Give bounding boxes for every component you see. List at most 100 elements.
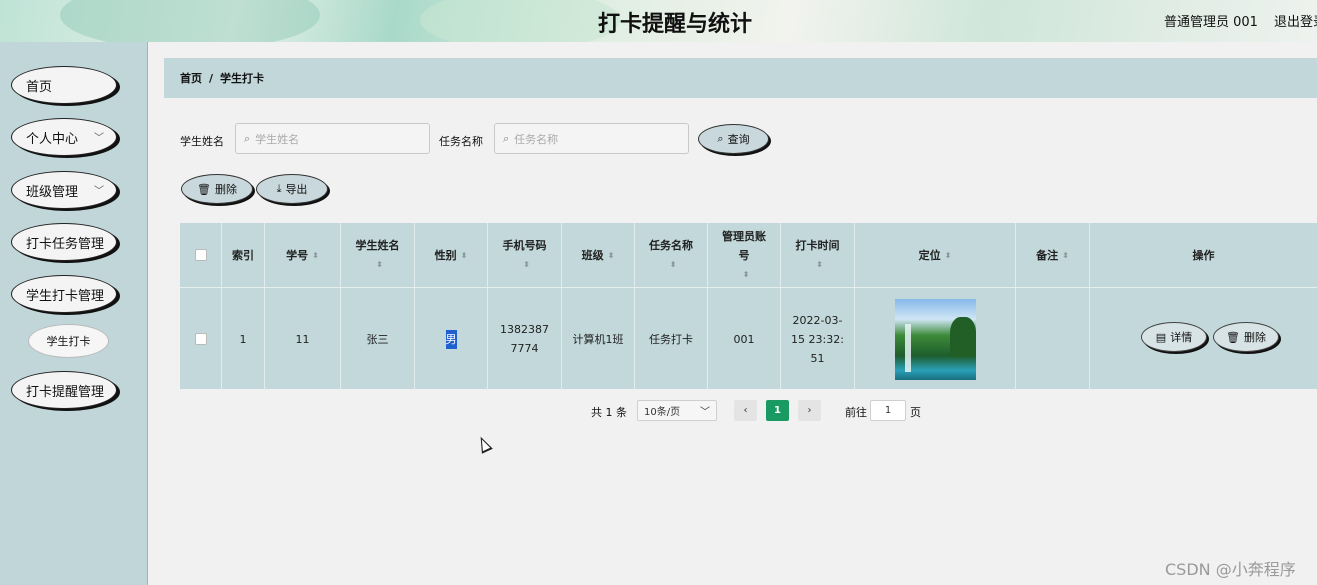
select-all-checkbox[interactable] bbox=[194, 249, 207, 261]
mouse-cursor-icon bbox=[475, 434, 493, 454]
cell-student-name: 张三 bbox=[340, 288, 414, 390]
goto-page-input[interactable]: 1 bbox=[870, 400, 906, 421]
header-label: 学号 bbox=[286, 248, 309, 262]
sidebar-item-label: 个人中心 bbox=[26, 131, 79, 147]
app-title: 打卡提醒与统计 bbox=[597, 12, 752, 37]
header-label: 班级 bbox=[581, 248, 604, 262]
phone-value: 13823877774 bbox=[500, 323, 549, 355]
header-actions: 操作 bbox=[1089, 223, 1317, 287]
sidebar-item-label: 首页 bbox=[26, 79, 53, 95]
detail-icon: ▤ bbox=[1155, 330, 1167, 344]
sidebar-item-task[interactable]: 打卡任务管理 bbox=[11, 223, 117, 261]
sidebar-item-checkin[interactable]: 学生打卡管理 bbox=[11, 275, 117, 313]
sort-icon[interactable]: ⬍ bbox=[312, 246, 319, 265]
location-image[interactable] bbox=[894, 298, 976, 380]
goto-label: 前往 bbox=[845, 406, 867, 419]
checkin-table: 索引 学号 ⬍ 学生姓名 ⬍ 性别 ⬍ 手机号码 ⬍ 班级 ⬍ 任务名称 ⬍ 管理员账号 ⬍ … bbox=[180, 223, 1317, 390]
cell-class: 计算机1班 bbox=[561, 288, 634, 390]
sort-icon[interactable]: ⬍ bbox=[1062, 246, 1069, 265]
breadcrumb: 首页 / 学生打卡 bbox=[164, 58, 1317, 98]
next-page-button[interactable]: › bbox=[798, 400, 821, 421]
sidebar-subitem-student-checkin[interactable]: 学生打卡 bbox=[28, 324, 109, 358]
search-icon: ⌕ bbox=[244, 131, 251, 145]
row-select-cell bbox=[180, 288, 221, 390]
row-checkbox[interactable] bbox=[194, 333, 207, 345]
cell-student-no: 11 bbox=[264, 288, 340, 390]
header-phone[interactable]: 手机号码 ⬍ bbox=[487, 223, 561, 287]
sidebar-item-profile[interactable]: 个人中心 ﹀ bbox=[11, 118, 117, 156]
page-size-select[interactable]: 10条/页 ﹀ bbox=[637, 400, 717, 421]
student-name-input[interactable]: ⌕ 学生姓名 bbox=[235, 123, 430, 154]
page-1-button[interactable]: 1 bbox=[766, 400, 789, 421]
header-student-no[interactable]: 学号 ⬍ bbox=[264, 223, 340, 287]
header-label: 操作 bbox=[1192, 248, 1215, 262]
cell-admin: 001 bbox=[707, 288, 780, 390]
header-label: 索引 bbox=[232, 248, 254, 262]
breadcrumb-separator: / bbox=[209, 71, 214, 85]
trash-icon: 🗑 bbox=[1226, 330, 1240, 344]
cell-index: 1 bbox=[221, 288, 264, 390]
cell-actions: ▤ 详情 🗑 删除 bbox=[1089, 288, 1317, 390]
row-delete-button[interactable]: 🗑 删除 bbox=[1213, 322, 1279, 352]
header-note[interactable]: 备注 ⬍ bbox=[1015, 223, 1089, 287]
sidebar-item-reminder[interactable]: 打卡提醒管理 bbox=[11, 371, 117, 409]
page-unit-label: 页 bbox=[910, 406, 921, 419]
page-size-value: 10条/页 bbox=[644, 407, 681, 418]
chevron-down-icon: ﹀ bbox=[94, 186, 104, 197]
pagination-total: 共 1 条 bbox=[591, 406, 627, 419]
header-task[interactable]: 任务名称 ⬍ bbox=[634, 223, 707, 287]
cell-task: 任务打卡 bbox=[634, 288, 707, 390]
current-user: 普通管理员 001 bbox=[1164, 15, 1258, 30]
header-label: 任务名称 bbox=[649, 239, 693, 252]
chevron-left-icon: ‹ bbox=[743, 405, 748, 416]
sidebar-item-home[interactable]: 首页 bbox=[11, 66, 117, 104]
batch-delete-button[interactable]: 🗑 删除 bbox=[181, 174, 253, 204]
logout-link[interactable]: 退出登录 bbox=[1274, 11, 1317, 30]
search-icon: ⌕ bbox=[503, 131, 510, 145]
cell-phone: 13823877774 bbox=[487, 288, 561, 390]
task-name-label: 任务名称 bbox=[439, 135, 483, 148]
sort-icon[interactable]: ⬍ bbox=[523, 255, 530, 274]
gender-value: 男 bbox=[445, 329, 457, 349]
sidebar-item-class[interactable]: 班级管理 ﹀ bbox=[11, 171, 117, 209]
student-name-label: 学生姓名 bbox=[180, 135, 224, 148]
sort-icon[interactable]: ⬍ bbox=[608, 246, 615, 265]
breadcrumb-home[interactable]: 首页 bbox=[180, 70, 202, 86]
export-label: 导出 bbox=[285, 183, 308, 196]
header-location[interactable]: 定位 ⬍ bbox=[854, 223, 1015, 287]
header-admin[interactable]: 管理员账号 ⬍ bbox=[707, 223, 780, 287]
sort-icon[interactable]: ⬍ bbox=[376, 255, 383, 274]
header-label: 手机号码 bbox=[502, 239, 547, 252]
header-student-name[interactable]: 学生姓名 ⬍ bbox=[340, 223, 414, 287]
header-label: 管理员账号 bbox=[722, 229, 766, 262]
header-label: 性别 bbox=[434, 248, 457, 262]
query-button[interactable]: ⌕ 查询 bbox=[698, 124, 769, 154]
header-time[interactable]: 打卡时间 ⬍ bbox=[780, 223, 854, 287]
table-header: 索引 学号 ⬍ 学生姓名 ⬍ 性别 ⬍ 手机号码 ⬍ 班级 ⬍ 任务名称 ⬍ 管理员账号 ⬍ … bbox=[180, 223, 1317, 287]
trash-icon: 🗑 bbox=[197, 182, 211, 196]
batch-delete-label: 删除 bbox=[214, 183, 237, 196]
download-icon: ⤓ bbox=[276, 182, 282, 195]
task-name-placeholder: 任务名称 bbox=[514, 132, 559, 146]
chevron-down-icon: ﹀ bbox=[700, 407, 710, 418]
detail-button[interactable]: ▤ 详情 bbox=[1141, 322, 1207, 352]
sort-icon[interactable]: ⬍ bbox=[945, 246, 952, 265]
sort-icon[interactable]: ⬍ bbox=[816, 255, 823, 274]
header-class[interactable]: 班级 ⬍ bbox=[561, 223, 634, 287]
prev-page-button[interactable]: ‹ bbox=[734, 400, 757, 421]
sidebar-item-label: 打卡提醒管理 bbox=[26, 384, 105, 400]
sort-icon[interactable]: ⬍ bbox=[743, 265, 750, 284]
sidebar-subitem-label: 学生打卡 bbox=[46, 335, 91, 348]
sort-icon[interactable]: ⬍ bbox=[461, 246, 468, 265]
search-icon: ⌕ bbox=[717, 132, 724, 145]
sort-icon[interactable]: ⬍ bbox=[670, 255, 677, 274]
select-all-cell bbox=[180, 223, 221, 287]
cell-gender: 男 bbox=[414, 288, 487, 390]
export-button[interactable]: ⤓ 导出 bbox=[256, 174, 328, 204]
watermark: CSDN @小奔程序 bbox=[1165, 560, 1296, 579]
sidebar-item-label: 打卡任务管理 bbox=[26, 236, 105, 252]
row-delete-label: 删除 bbox=[1243, 330, 1266, 344]
header-gender[interactable]: 性别 ⬍ bbox=[414, 223, 487, 287]
task-name-input[interactable]: ⌕ 任务名称 bbox=[494, 123, 689, 154]
table-row: 1 11 张三 男 13823877774 计算机1班 任务打卡 001 202… bbox=[180, 287, 1317, 390]
